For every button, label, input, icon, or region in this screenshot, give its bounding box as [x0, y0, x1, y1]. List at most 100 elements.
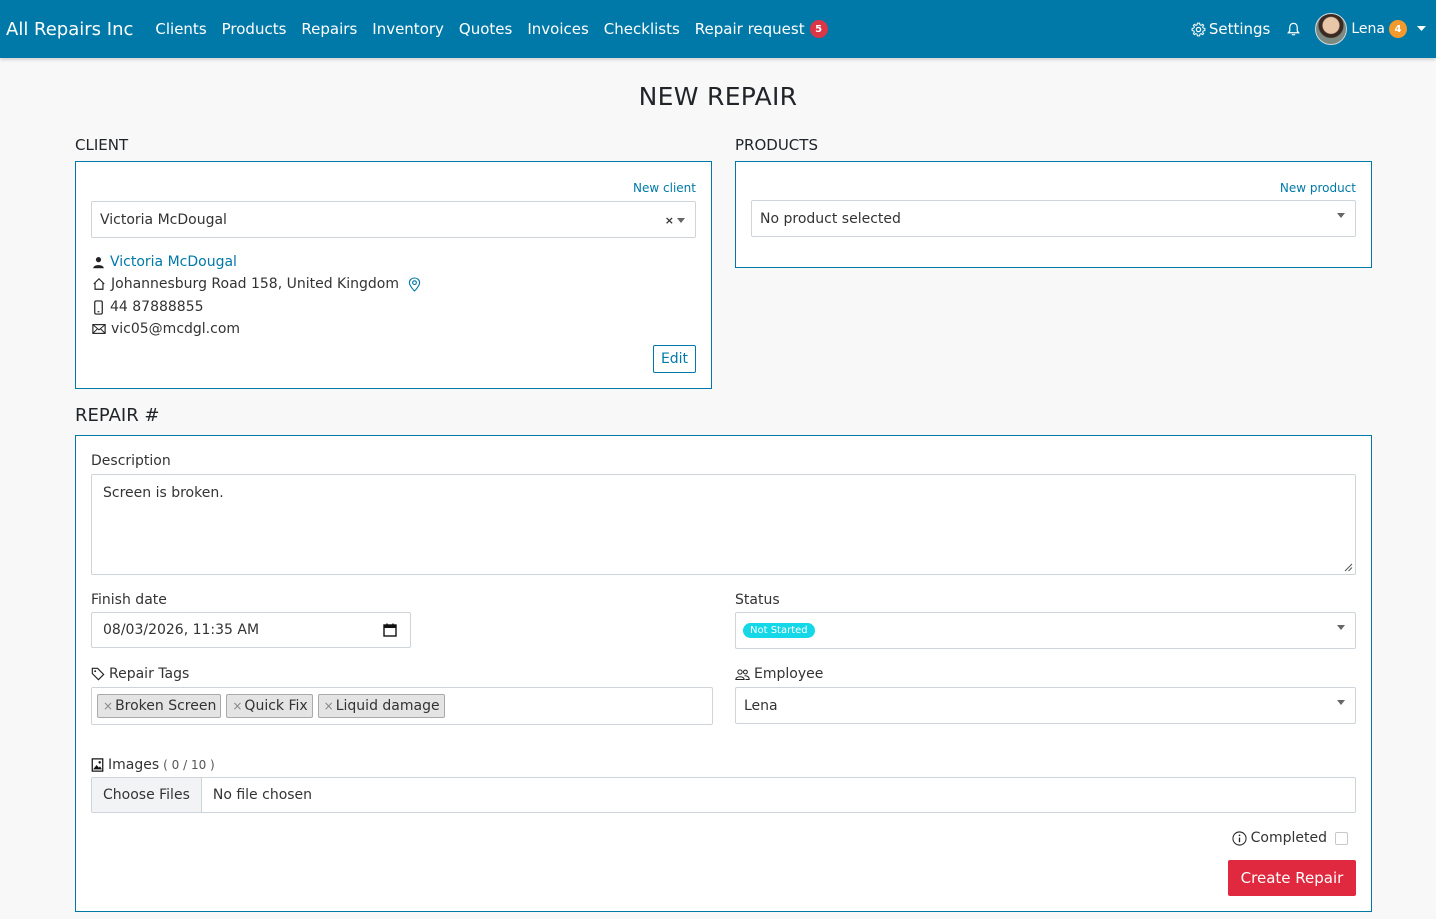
resize-handle-icon[interactable] — [1344, 563, 1353, 572]
top-navbar: All Repairs Inc Clients Products Repairs… — [0, 0, 1436, 58]
repair-request-label: Repair request — [694, 20, 805, 38]
repair-card: Description Screen is broken. Finish dat… — [75, 435, 1372, 912]
description-textarea[interactable]: Screen is broken. — [91, 474, 1356, 575]
finish-date-value: 08/03/2026, 11:35 AM — [103, 622, 260, 638]
nav-right: Settings Lena 4 — [1191, 0, 1436, 58]
remove-tag-icon[interactable]: × — [324, 699, 334, 713]
images-label-text: Images — [108, 757, 160, 773]
nav-link-inventory[interactable]: Inventory — [372, 20, 444, 38]
user-name: Lena — [1351, 21, 1385, 37]
client-name-link[interactable]: Victoria McDougal — [110, 254, 237, 270]
info-icon — [1232, 830, 1247, 846]
phone-icon — [94, 299, 103, 315]
nav-link-clients[interactable]: Clients — [155, 20, 206, 38]
repair-tags-input[interactable]: × Broken Screen × Quick Fix × Liquid damage — [91, 687, 713, 725]
completed-checkbox[interactable] — [1335, 831, 1348, 845]
person-icon — [93, 256, 104, 268]
nav-link-repair-request[interactable]: Repair request 5 — [695, 20, 828, 38]
client-phone: 44 87888855 — [110, 299, 204, 315]
calendar-icon[interactable] — [383, 623, 397, 637]
nav-link-checklists[interactable]: Checklists — [604, 20, 680, 38]
dropdown-arrow-icon — [1337, 213, 1345, 218]
images-label: Images ( 0 / 10 ) — [91, 757, 215, 773]
images-count: ( 0 / 10 ) — [163, 758, 215, 772]
people-icon — [735, 668, 750, 680]
finish-date-input[interactable]: 08/03/2026, 11:35 AM — [91, 612, 411, 648]
envelope-icon — [92, 324, 106, 334]
completed-toggle[interactable]: Completed — [1232, 830, 1348, 846]
caret-down-icon — [1417, 26, 1426, 31]
gear-icon — [1191, 22, 1206, 36]
images-file-input[interactable]: Choose Files No file chosen — [91, 777, 1356, 813]
product-select-controls — [1334, 213, 1345, 218]
tag-label: Broken Screen — [115, 698, 217, 714]
description-label: Description — [91, 453, 171, 469]
tag-label: Quick Fix — [244, 698, 308, 714]
edit-client-button[interactable]: Edit — [653, 345, 696, 373]
user-menu[interactable]: Lena 4 — [1315, 13, 1426, 45]
repair-tags-label: Repair Tags — [91, 666, 189, 682]
dropdown-arrow-icon — [1337, 625, 1345, 630]
products-card: New product No product selected — [735, 161, 1372, 268]
client-address: Johannesburg Road 158, United Kingdom — [111, 276, 399, 292]
product-select-value: No product selected — [760, 210, 901, 227]
avatar — [1315, 13, 1348, 45]
employee-label-text: Employee — [754, 666, 824, 682]
new-client-link[interactable]: New client — [633, 181, 696, 195]
employee-select-value: Lena — [744, 697, 778, 714]
repair-tags-label-text: Repair Tags — [109, 666, 190, 682]
products-section-title: PRODUCTS — [735, 136, 818, 154]
home-icon — [93, 277, 105, 290]
finish-date-label: Finish date — [91, 592, 167, 608]
settings-label: Settings — [1208, 20, 1271, 38]
client-card: New client Victoria McDougal × Victoria … — [75, 161, 712, 389]
status-select-controls — [1334, 625, 1345, 630]
client-select-controls: × — [665, 214, 685, 227]
client-email: vic05@mcdgl.com — [111, 321, 241, 337]
client-email-line: vic05@mcdgl.com — [92, 321, 240, 337]
dropdown-arrow-icon — [1337, 700, 1345, 705]
status-select[interactable]: Not Started — [735, 612, 1356, 649]
new-product-link[interactable]: New product — [1280, 181, 1356, 195]
tag-chip: × Quick Fix — [226, 694, 313, 718]
image-icon — [91, 758, 104, 772]
no-file-chosen-text: No file chosen — [212, 787, 313, 803]
client-select[interactable]: Victoria McDougal × — [91, 201, 696, 238]
repair-section-title: REPAIR # — [75, 405, 160, 426]
nav-link-quotes[interactable]: Quotes — [459, 20, 512, 38]
bell-icon — [1287, 22, 1301, 36]
dropdown-arrow-icon — [677, 218, 685, 223]
status-badge: Not Started — [743, 623, 815, 638]
remove-tag-icon[interactable]: × — [103, 699, 113, 713]
map-pin-icon[interactable] — [408, 276, 421, 292]
choose-files-button[interactable]: Choose Files — [92, 778, 202, 812]
clear-selection-icon[interactable]: × — [665, 214, 674, 227]
client-address-line: Johannesburg Road 158, United Kingdom — [92, 276, 426, 292]
nav-links: Clients Products Repairs Inventory Quote… — [155, 20, 842, 38]
client-name-line: Victoria McDougal — [92, 254, 237, 270]
employee-label: Employee — [735, 666, 823, 682]
client-section-title: CLIENT — [75, 136, 129, 154]
description-value: Screen is broken. — [103, 485, 224, 501]
tag-chip: × Liquid damage — [317, 694, 445, 718]
nav-link-products[interactable]: Products — [222, 20, 287, 38]
remove-tag-icon[interactable]: × — [232, 699, 242, 713]
completed-label: Completed — [1250, 830, 1327, 846]
repair-request-count-badge: 5 — [809, 20, 828, 38]
status-label: Status — [735, 592, 780, 608]
client-select-value: Victoria McDougal — [100, 211, 227, 228]
employee-select[interactable]: Lena — [735, 687, 1356, 724]
tag-icon — [91, 667, 105, 681]
notifications-button[interactable] — [1286, 21, 1301, 37]
product-select[interactable]: No product selected — [751, 200, 1356, 237]
tag-chip: × Broken Screen — [97, 694, 222, 718]
create-repair-button[interactable]: Create Repair — [1228, 860, 1356, 896]
settings-link[interactable]: Settings — [1191, 20, 1271, 38]
nav-link-repairs[interactable]: Repairs — [301, 20, 357, 38]
page-title: NEW REPAIR — [638, 82, 798, 111]
nav-link-invoices[interactable]: Invoices — [527, 20, 588, 38]
employee-select-controls — [1334, 700, 1345, 705]
brand-logo[interactable]: All Repairs Inc — [6, 19, 133, 40]
user-badge: 4 — [1389, 20, 1407, 38]
client-phone-line: 44 87888855 — [92, 299, 204, 315]
